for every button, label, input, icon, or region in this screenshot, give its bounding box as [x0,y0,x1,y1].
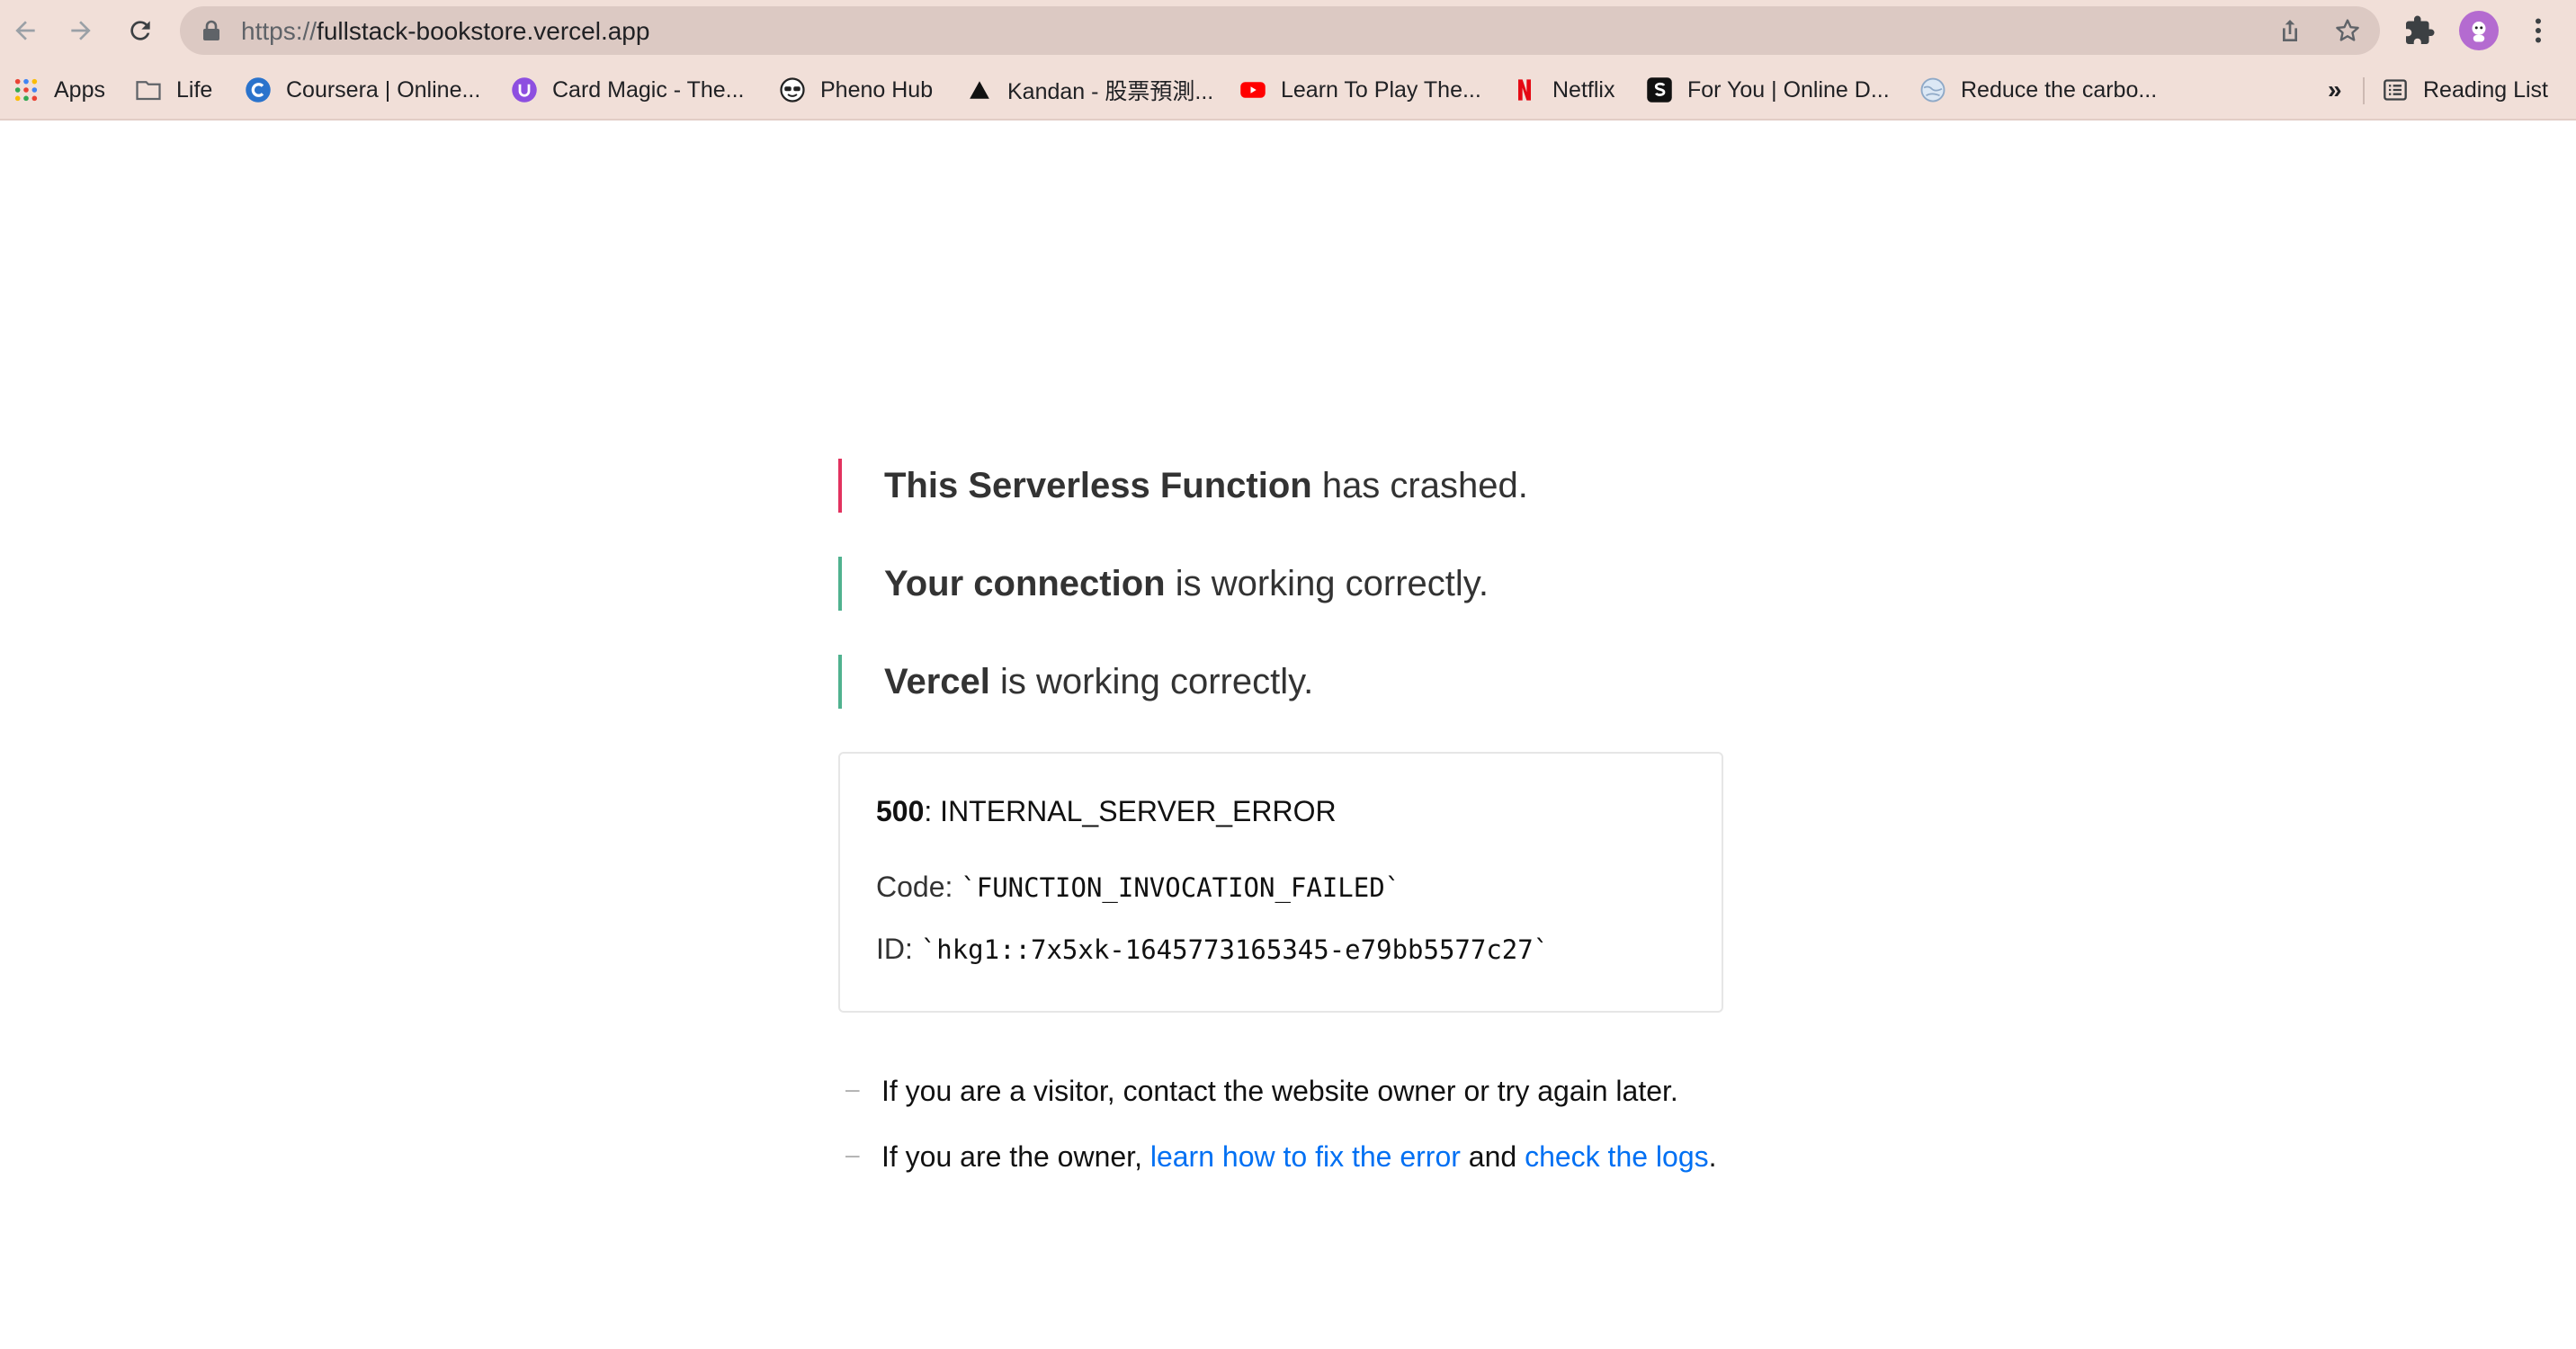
bookmarks-divider [2363,77,2365,104]
error-code-value: `FUNCTION_INVOCATION_FAILED` [961,872,1401,903]
error-status-name: : INTERNAL_SERVER_ERROR [924,795,1337,827]
bookmarks-bar: Apps Life Coursera | Online... Card Magi… [0,61,2576,121]
back-button[interactable] [7,13,43,49]
kebab-menu-icon[interactable] [2522,14,2554,47]
status-subject: This Serverless Function [884,466,1312,505]
bookmark-label: Pheno Hub [820,76,934,103]
folder-icon [135,76,162,103]
forward-button[interactable] [63,13,99,49]
status-message: is working correctly. [1165,564,1489,603]
youtube-icon [1239,76,1266,103]
bookmark-kandan[interactable]: Kandan - 股票預測... [966,74,1213,106]
bookmark-skillshare[interactable]: For You | Online D... [1646,74,1890,106]
status-message: has crashed. [1311,466,1528,505]
skillshare-icon [1646,76,1673,103]
url-host: fullstack-bookstore.vercel.app [317,17,650,45]
dash-bullet: – [845,1075,860,1103]
card-magic-icon [511,76,538,103]
status-line-connection: Your connection is working correctly. [838,557,1723,611]
chevron-double-right-icon: » [2328,76,2342,103]
bookmark-life[interactable]: Life [135,74,212,106]
bookmark-youtube[interactable]: Learn To Play The... [1239,74,1481,106]
bookmark-coursera[interactable]: Coursera | Online... [245,74,480,106]
apps-grid-icon [13,76,40,103]
bookmark-apps[interactable]: Apps [13,74,105,106]
reading-list-button[interactable]: Reading List [2382,74,2548,106]
visitor-text: If you are a visitor, contact the websit… [881,1075,1678,1107]
star-icon[interactable] [2333,16,2362,45]
extensions-puzzle-icon[interactable] [2403,14,2436,47]
error-id-row: ID: `hkg1::7x5xk-1645773165345-e79bb5577… [876,933,1549,966]
lock-icon [203,20,219,40]
bookmark-label: Coursera | Online... [286,76,481,103]
avatar-face-icon [2472,22,2486,42]
fix-error-link[interactable]: learn how to fix the error [1150,1140,1461,1173]
status-line-function: This Serverless Function has crashed. [838,459,1723,513]
bookmark-label: Card Magic - The... [552,76,745,103]
error-code-row: Code: `FUNCTION_INVOCATION_FAILED` [876,871,1400,904]
coursera-icon [245,76,272,103]
bookmark-card-magic[interactable]: Card Magic - The... [511,74,745,106]
status-line-vercel: Vercel is working correctly. [838,655,1723,709]
pheno-hub-icon [779,76,806,103]
error-id-value: `hkg1::7x5xk-1645773165345-e79bb5577c27` [920,934,1550,965]
url-text: https://fullstack-bookstore.vercel.app [241,17,649,46]
bookmark-label: Netflix [1552,76,1615,103]
share-icon[interactable] [2276,16,2304,45]
error-status: 500: INTERNAL_SERVER_ERROR [876,795,1337,828]
status-message: is working correctly. [989,662,1314,701]
owner-text: If you are the owner, learn how to fix t… [881,1140,1717,1174]
status-subject: Your connection [884,564,1166,603]
error-status-code: 500 [876,795,925,827]
arrow-right-icon [71,21,91,40]
error-details-box: 500: INTERNAL_SERVER_ERROR Code: `FUNCTI… [838,752,1723,1013]
profile-avatar[interactable] [2459,11,2499,50]
bookmark-reduce-carbon[interactable]: Reduce the carbo... [1919,74,2157,106]
globe-icon [1919,76,1946,103]
reading-list-label: Reading List [2423,76,2548,103]
arrow-left-icon [15,21,35,40]
check-logs-link[interactable]: check the logs [1525,1140,1709,1173]
error-id-label: ID: [876,933,921,965]
period: . [1708,1140,1717,1173]
bookmarks-overflow-button[interactable]: » [2328,74,2342,106]
kandan-icon [966,76,993,103]
reading-list-icon [2382,76,2409,103]
bookmark-label: Apps [54,76,105,103]
error-code-label: Code: [876,871,962,903]
bookmark-label: Learn To Play The... [1281,76,1481,103]
bookmark-label: Reduce the carbo... [1961,76,2158,103]
reload-button[interactable] [122,13,158,49]
reload-icon [130,21,150,40]
netflix-icon [1511,76,1538,103]
status-subject: Vercel [884,662,990,701]
bookmark-label: Life [176,76,213,103]
owner-prefix: If you are the owner, [881,1140,1150,1173]
bookmark-netflix[interactable]: Netflix [1511,74,1614,106]
bookmark-label: Kandan - 股票預測... [1007,79,1214,104]
browser-toolbar: https://fullstack-bookstore.vercel.app [0,0,2576,61]
url-scheme: https:// [241,17,318,45]
dash-bullet: – [845,1140,860,1168]
bookmark-label: For You | Online D... [1687,76,1890,103]
and-text: and [1460,1140,1525,1173]
address-bar[interactable]: https://fullstack-bookstore.vercel.app [180,6,2380,55]
bookmark-pheno-hub[interactable]: Pheno Hub [779,74,933,106]
